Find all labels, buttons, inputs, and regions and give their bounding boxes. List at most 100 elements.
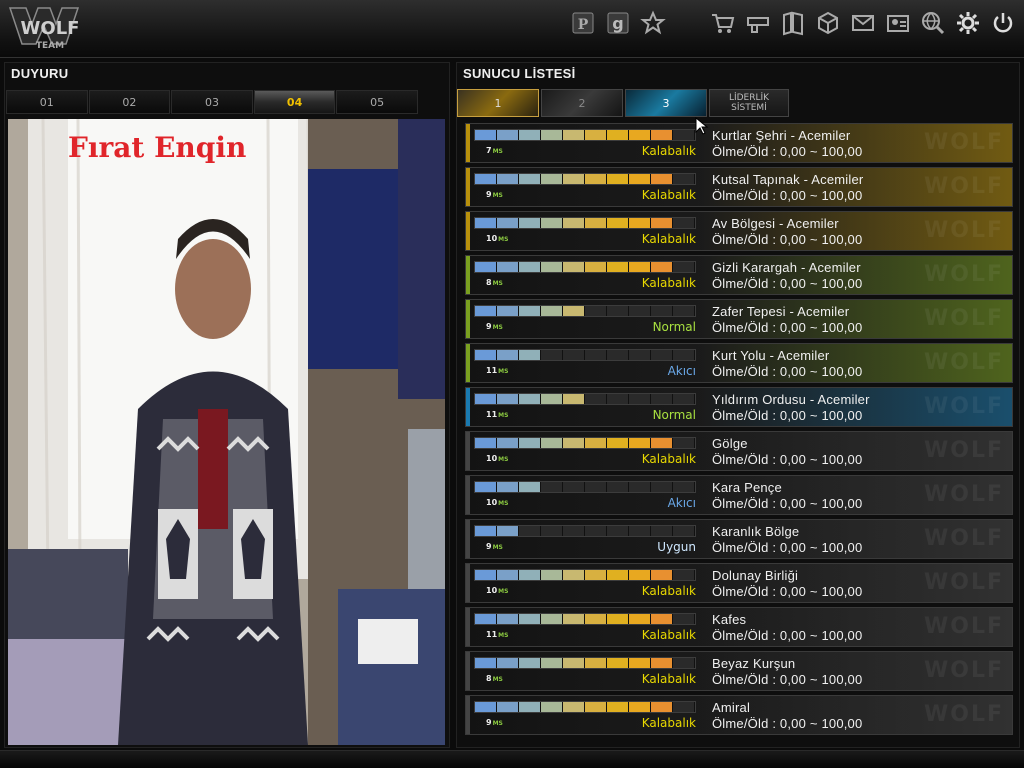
server-row[interactable]: WOLF 11MS Normal Yıldırım Ordusu - Acemiler… [465, 387, 1013, 427]
server-row[interactable]: WOLF 9MS Uygun Karanlık Bölge Ölme/Öld : 0,0… [465, 519, 1013, 559]
channel-tab-3[interactable]: 3 [625, 89, 707, 117]
load-segment [629, 438, 651, 448]
ping-value: 9 [486, 542, 492, 551]
announcement-tab-05[interactable]: 05 [336, 90, 418, 114]
announcement-panel: DUYURU 01 02 03 04 05 Fırat Enqin [4, 62, 450, 748]
load-segment [497, 306, 519, 316]
server-row[interactable]: WOLF 9MS Normal Zafer Tepesi - Acemiler Ölme… [465, 299, 1013, 339]
server-status: Kalabalık [641, 144, 696, 158]
load-segment [585, 570, 607, 580]
load-segment [497, 262, 519, 272]
announcement-tab-02[interactable]: 02 [88, 90, 171, 114]
ping-unit: MS [492, 720, 503, 727]
wolf-watermark: WOLF [923, 702, 1004, 727]
cart-icon[interactable] [708, 8, 738, 38]
server-name: Amiral [712, 700, 751, 715]
load-segment [563, 306, 585, 316]
load-segment [497, 438, 519, 448]
channel-tab-2[interactable]: 2 [541, 89, 623, 117]
load-segment [673, 394, 695, 404]
server-row[interactable]: WOLF 8MS Kalabalık Gizli Karargah - Acemile… [465, 255, 1013, 295]
profile-card-icon[interactable] [883, 8, 913, 38]
server-status: Kalabalık [641, 276, 696, 290]
load-segment [519, 482, 541, 492]
ping-value: 11 [486, 366, 498, 375]
leadership-system-tab[interactable]: LİDERLİK SİSTEMİ [709, 89, 789, 117]
wolf-points-icon[interactable]: P [568, 8, 598, 38]
server-row[interactable]: WOLF 9MS Kalabalık Amiral Ölme/Öld : 0,00 ~ … [465, 695, 1013, 735]
load-segment [519, 306, 541, 316]
power-icon[interactable] [988, 8, 1018, 38]
load-segment [541, 658, 563, 668]
server-row[interactable]: WOLF 10MS Akıcı Kara Pençe Ölme/Öld : 0,00 ~… [465, 475, 1013, 515]
load-segment [519, 218, 541, 228]
load-segment [629, 570, 651, 580]
map-book-icon[interactable] [778, 8, 808, 38]
server-name: Zafer Tepesi - Acemiler [712, 304, 850, 319]
server-name: Kurtlar Şehri - Acemiler [712, 128, 851, 143]
server-kd-ratio: Ölme/Öld : 0,00 ~ 100,00 [712, 188, 863, 203]
channel-tab-1[interactable]: 1 [457, 89, 539, 117]
server-status: Kalabalık [641, 672, 696, 686]
load-segment [519, 438, 541, 448]
server-color-accent [466, 344, 470, 382]
load-segment [607, 570, 629, 580]
load-segment [673, 350, 695, 360]
server-status: Uygun [657, 540, 696, 554]
load-segment [585, 482, 607, 492]
server-load-bar [474, 701, 696, 713]
load-segment [541, 438, 563, 448]
mouse-cursor-icon [695, 116, 709, 135]
load-segment [629, 218, 651, 228]
load-segment [585, 658, 607, 668]
server-kd-ratio: Ölme/Öld : 0,00 ~ 100,00 [712, 540, 863, 555]
load-segment [651, 570, 673, 580]
box-icon[interactable] [813, 8, 843, 38]
load-segment [607, 526, 629, 536]
server-color-accent [466, 608, 470, 646]
load-segment [629, 174, 651, 184]
g-cash-icon[interactable]: g [603, 8, 633, 38]
server-name: Kutsal Tapınak - Acemiler [712, 172, 864, 187]
server-row[interactable]: WOLF 11MS Akıcı Kurt Yolu - Acemiler Ölme/Öl… [465, 343, 1013, 383]
server-color-accent [466, 124, 470, 162]
load-segment [497, 350, 519, 360]
load-segment [475, 482, 497, 492]
server-load-bar [474, 481, 696, 493]
star-icon[interactable] [638, 8, 668, 38]
inventory-gun-icon[interactable] [743, 8, 773, 38]
load-segment [673, 570, 695, 580]
server-ping: 9MS [486, 190, 503, 199]
load-segment [629, 350, 651, 360]
load-segment [607, 614, 629, 624]
announcement-tab-04[interactable]: 04 [253, 90, 336, 114]
server-ping: 8MS [486, 278, 503, 287]
load-segment [673, 262, 695, 272]
server-row[interactable]: WOLF 10MS Kalabalık Gölge Ölme/Öld : 0,00 ~ … [465, 431, 1013, 471]
wolf-watermark: WOLF [923, 306, 1004, 331]
server-row[interactable]: WOLF 10MS Kalabalık Dolunay Birliği Ölme/Öld… [465, 563, 1013, 603]
load-segment [607, 438, 629, 448]
server-ping: 10MS [486, 454, 508, 463]
ping-value: 9 [486, 718, 492, 727]
load-segment [519, 394, 541, 404]
server-status: Kalabalık [641, 188, 696, 202]
announcement-tab-03[interactable]: 03 [171, 90, 253, 114]
server-row[interactable]: WOLF 8MS Kalabalık Beyaz Kurşun Ölme/Öld : 0… [465, 651, 1013, 691]
server-row[interactable]: WOLF 9MS Kalabalık Kutsal Tapınak - Acemile… [465, 167, 1013, 207]
server-row[interactable]: WOLF 7MS Kalabalık Kurtlar Şehri - Acemiler… [465, 123, 1013, 163]
announcement-tab-01[interactable]: 01 [6, 90, 88, 114]
ping-value: 10 [486, 234, 498, 243]
server-load-bar [474, 261, 696, 273]
globe-search-icon[interactable] [918, 8, 948, 38]
load-segment [607, 306, 629, 316]
server-row[interactable]: WOLF 11MS Kalabalık Kafes Ölme/Öld : 0,00 ~ … [465, 607, 1013, 647]
server-color-accent [466, 696, 470, 734]
server-row[interactable]: WOLF 10MS Kalabalık Av Bölgesi - Acemiler Öl… [465, 211, 1013, 251]
server-ping: 9MS [486, 718, 503, 727]
settings-gear-icon[interactable] [953, 8, 983, 38]
server-kd-ratio: Ölme/Öld : 0,00 ~ 100,00 [712, 584, 863, 599]
server-status: Kalabalık [641, 628, 696, 642]
server-name: Yıldırım Ordusu - Acemiler [712, 392, 870, 407]
mail-icon[interactable] [848, 8, 878, 38]
